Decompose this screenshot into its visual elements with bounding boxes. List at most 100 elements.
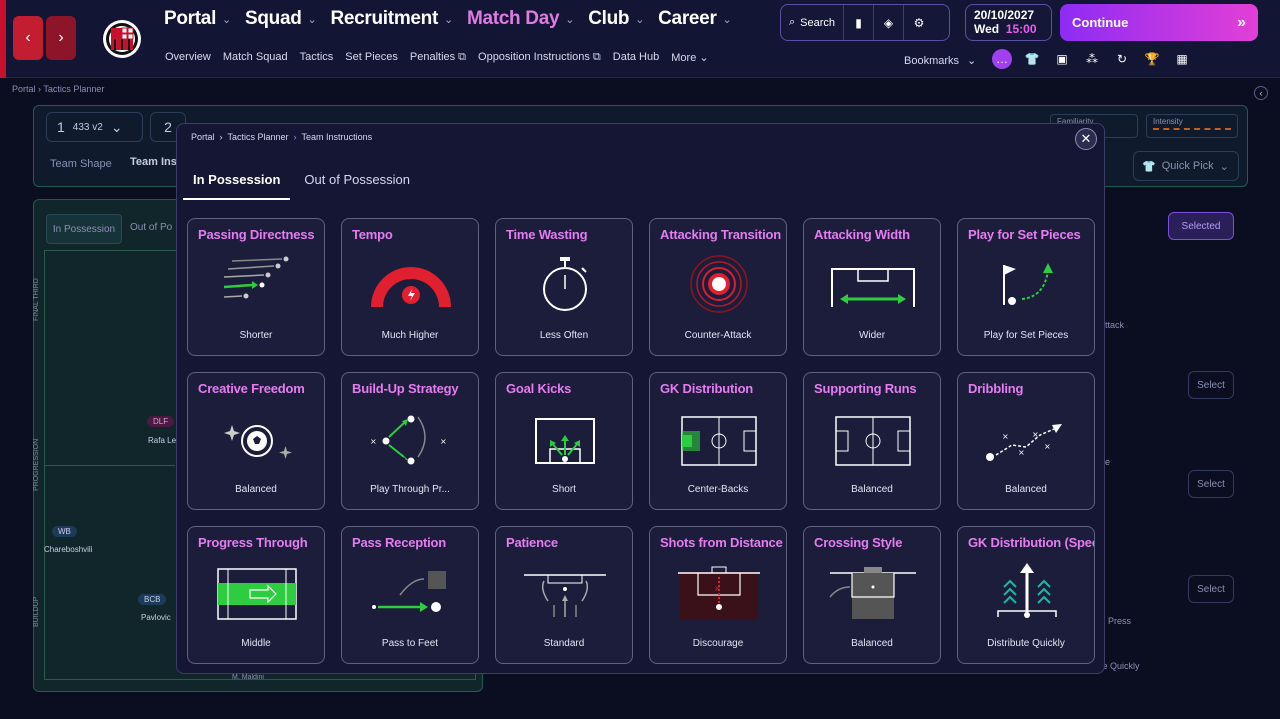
instruction-card-patience[interactable]: Patience Standard (495, 526, 633, 664)
card-title: Tempo (352, 227, 393, 242)
instruction-card-attacking-transition[interactable]: Attacking Transition Counter-Attack (649, 218, 787, 356)
nav-squad[interactable]: Squad ⌄ (245, 8, 317, 30)
background-breadcrumb: Portal › Tactics Planner (12, 84, 105, 94)
nav-portal[interactable]: Portal ⌄ (164, 8, 231, 30)
nav-label: Portal (164, 8, 217, 29)
instruction-card-pass-reception[interactable]: Pass Reception Pass to Feet (341, 526, 479, 664)
select-button[interactable]: Select (1188, 575, 1234, 603)
tab-team-instructions[interactable]: Team Ins (130, 156, 177, 168)
subnav-data-hub[interactable]: Data Hub (613, 51, 659, 64)
svg-text:×: × (1018, 448, 1025, 457)
subnav-penalties[interactable]: Penalties (410, 51, 455, 64)
refresh-icon[interactable]: ↻ (1112, 49, 1132, 69)
search-button[interactable]: ⌕ Search (781, 5, 845, 40)
close-button[interactable]: ✕ (1075, 128, 1097, 150)
selected-button[interactable]: Selected (1168, 212, 1234, 240)
breadcrumb-team-instructions: Team Instructions (301, 132, 373, 142)
top-bar: ‹ › Portal ⌄ Squad ⌄ Recruitment ⌄ Match Da… (0, 0, 1280, 78)
possession-tabs: In Possession Out of Possession (183, 164, 420, 200)
select-button[interactable]: Select (1188, 470, 1234, 498)
instruction-card-passing-directness[interactable]: Passing Directness Shorter (187, 218, 325, 356)
nav-career[interactable]: Career ⌄ (658, 8, 732, 30)
gear-icon: ⚙ (913, 15, 925, 30)
club-button[interactable]: ◈ (874, 5, 905, 40)
bookmarks-dropdown[interactable]: Bookmarks ⌄ (904, 54, 976, 68)
player-role-badge[interactable]: DLF (147, 416, 175, 427)
shirt-icon[interactable]: 👕 (1022, 49, 1042, 69)
instruction-card-play-for-set-pieces[interactable]: Play for Set Pieces Play for Set Pieces (957, 218, 1095, 356)
formation-select[interactable]: 1 433 v2 ⌄ (46, 112, 143, 142)
continue-button[interactable]: Continue » (1060, 4, 1258, 41)
network-icon[interactable]: ⁂ (1082, 49, 1102, 69)
card-value: Balanced (851, 638, 893, 649)
subnav-set-pieces[interactable]: Set Pieces (345, 51, 398, 64)
svg-text:×: × (1032, 430, 1039, 439)
continue-label: Continue (1072, 15, 1129, 30)
instruction-card-creative-freedom[interactable]: Creative Freedom Balanced (187, 372, 325, 510)
instruction-card-attacking-width[interactable]: Attacking Width Wider (803, 218, 941, 356)
subnav-overview[interactable]: Overview (165, 51, 211, 64)
tab-in-possession[interactable]: In Possession (183, 164, 291, 200)
instruction-card-gk-distribution-speed[interactable]: GK Distribution (Speed Distribute Quickl… (957, 526, 1095, 664)
instruction-card-dribbling[interactable]: Dribbling × × × × Balanced (957, 372, 1095, 510)
nav-label: Match Day (466, 8, 560, 29)
intensity-bar (1153, 128, 1231, 130)
close-icon: ✕ (1080, 131, 1092, 146)
instruction-card-time-wasting[interactable]: Time Wasting Less Often (495, 218, 633, 356)
chevron-down-icon: ⌄ (110, 118, 123, 135)
settings-button[interactable]: ⚙ (904, 5, 934, 40)
sub-nav: Overview Match Squad Tactics Set Pieces … (165, 51, 709, 64)
card-value: Balanced (1005, 484, 1047, 495)
calendar-icon[interactable]: ▦ (1172, 49, 1192, 69)
bookmark-button[interactable]: ▮ (844, 5, 875, 40)
formation-name: 433 v2 (72, 121, 103, 133)
crumb[interactable]: Tactics Planner (43, 84, 104, 94)
quick-pick-button[interactable]: 👕 Quick Pick ⌄ (1133, 151, 1239, 181)
breadcrumb-portal[interactable]: Portal (191, 132, 215, 142)
expand-icon[interactable]: ‹ (1254, 86, 1268, 100)
nav-recruitment[interactable]: Recruitment ⌄ (330, 8, 453, 30)
instruction-card-build-up-strategy[interactable]: Build-Up Strategy × × Play Through Pr... (341, 372, 479, 510)
card-value: Shorter (239, 330, 273, 341)
forward-button[interactable]: › (46, 16, 76, 60)
zone-label: FINAL THIRD (33, 278, 40, 321)
formation-number: 2 (164, 119, 172, 135)
player-role-badge[interactable]: BCB (138, 594, 167, 605)
external-link-icon: ⧉ (458, 51, 467, 63)
attacking-width-icon (831, 268, 915, 307)
back-button[interactable]: ‹ (13, 16, 43, 60)
instruction-card-supporting-runs[interactable]: Supporting Runs Balanced (803, 372, 941, 510)
bookmarks-label: Bookmarks (904, 54, 960, 67)
tab-out-of-possession[interactable]: Out of Possession (294, 164, 420, 200)
subnav-tactics[interactable]: Tactics (300, 51, 334, 64)
card-title: Crossing Style (814, 535, 903, 550)
patience-icon (524, 574, 606, 617)
instruction-card-shots-from-distance[interactable]: Shots from Distance × Discourage (649, 526, 787, 664)
instruction-card-progress-through[interactable]: Progress Through Middle (187, 526, 325, 664)
tab-in-possession-bg[interactable]: In Possession (46, 214, 122, 244)
nav-club[interactable]: Club ⌄ (588, 8, 644, 30)
bookmark-icon: ▮ (855, 15, 862, 30)
card-icon[interactable]: ▣ (1052, 49, 1072, 69)
tab-out-of-possession-bg[interactable]: Out of Po (130, 222, 172, 233)
subnav-opposition-instructions[interactable]: Opposition Instructions (478, 51, 590, 64)
crumb[interactable]: Portal (12, 84, 36, 94)
instruction-card-gk-distribution[interactable]: GK Distribution Center-Backs (649, 372, 787, 510)
instruction-card-goal-kicks[interactable]: Goal Kicks Short (495, 372, 633, 510)
svg-text:×: × (370, 437, 377, 446)
nav-match-day[interactable]: Match Day ⌄ (466, 8, 575, 30)
zone-divider (45, 465, 175, 466)
player-role-badge[interactable]: WB (52, 526, 77, 537)
intensity-label: Intensity (1153, 117, 1183, 126)
instruction-card-tempo[interactable]: Tempo Much Higher (341, 218, 479, 356)
tab-team-shape[interactable]: Team Shape (50, 158, 112, 170)
instruction-card-crossing-style[interactable]: Crossing Style Balanced (803, 526, 941, 664)
subnav-more[interactable]: More ⌄ (671, 51, 708, 64)
subnav-match-squad[interactable]: Match Squad (223, 51, 288, 64)
card-value: Middle (241, 638, 271, 649)
chevron-left-icon: ‹ (25, 29, 31, 46)
select-button[interactable]: Select (1188, 371, 1234, 399)
trophy-icon[interactable]: 🏆 (1142, 49, 1162, 69)
chat-icon[interactable]: … (992, 49, 1012, 69)
breadcrumb-tactics-planner[interactable]: Tactics Planner (228, 132, 289, 142)
